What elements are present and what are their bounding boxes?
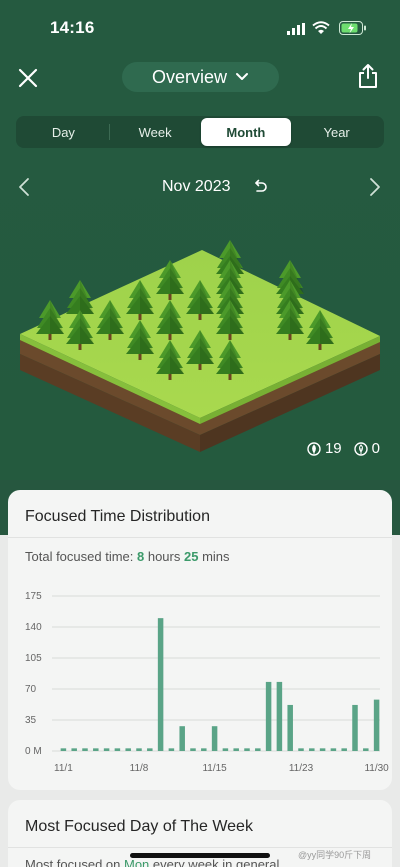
withered-leaf-icon xyxy=(353,441,368,456)
healthy-tree-count-value: 19 xyxy=(324,440,342,457)
dead-tree-count: 0 xyxy=(353,440,380,457)
bar xyxy=(309,748,315,751)
bar xyxy=(168,748,175,751)
total-focused-time: Total focused time: 8 hours 25 mins xyxy=(25,549,230,564)
x-tick-label: 11/1 xyxy=(54,763,73,774)
date-label: Nov 2023 xyxy=(162,178,231,195)
most-focused-day: Mon xyxy=(124,857,150,867)
bar xyxy=(330,748,337,751)
bar xyxy=(222,748,229,751)
card-title: Most Focused Day of The Week xyxy=(25,818,253,835)
battery-icon xyxy=(339,21,366,35)
bar xyxy=(352,704,358,751)
status-bar: 14:16 xyxy=(0,0,400,54)
close-icon[interactable] xyxy=(16,66,40,90)
bar xyxy=(179,726,185,751)
bar xyxy=(82,748,88,751)
bar xyxy=(255,748,261,751)
bar xyxy=(244,748,250,751)
watermark: @yy同学90斤下周 xyxy=(298,850,372,860)
cellular-signal-icon xyxy=(287,23,305,35)
total-prefix: Total focused time: xyxy=(25,549,137,564)
y-tick-label: 175 xyxy=(25,591,42,602)
y-tick-label: 140 xyxy=(25,622,42,633)
bar xyxy=(71,748,77,751)
bar xyxy=(363,748,369,751)
bar xyxy=(125,748,131,751)
card-title: Focused Time Distribution xyxy=(25,508,210,525)
wifi-icon xyxy=(312,21,330,34)
overview-dropdown[interactable]: Overview xyxy=(122,62,279,92)
bar xyxy=(233,748,239,751)
chevron-left-icon[interactable] xyxy=(17,177,31,197)
forest-counts: 19 0 xyxy=(307,440,380,457)
distribution-bar-chart: 175 140 105 70 35 0 M 11/1 11/8 11/15 11/23 11/30 xyxy=(25,591,389,774)
home-indicator[interactable] xyxy=(130,853,270,858)
y-tick-label: 0 M xyxy=(25,746,42,757)
summary-prefix: Most focused on xyxy=(25,857,124,867)
card-divider xyxy=(8,537,392,538)
y-tick-label: 70 xyxy=(25,684,37,695)
y-tick-label: 35 xyxy=(25,715,37,726)
tab-day[interactable]: Day xyxy=(18,118,109,146)
bar xyxy=(147,748,153,751)
bar xyxy=(211,726,218,751)
mins-label: mins xyxy=(198,549,230,564)
bar xyxy=(157,618,164,751)
bar xyxy=(319,748,326,751)
bar xyxy=(287,704,293,751)
bar xyxy=(373,699,380,751)
status-time: 14:16 xyxy=(50,18,95,37)
total-mins: 25 xyxy=(183,549,199,564)
leaf-icon xyxy=(307,441,321,456)
x-tick-label: 11/15 xyxy=(202,763,227,774)
chevron-down-icon xyxy=(236,73,248,80)
bar xyxy=(298,748,304,751)
focused-time-distribution-card: Focused Time Distribution Total focused … xyxy=(8,490,392,790)
x-tick-label: 11/8 xyxy=(130,763,149,774)
x-tick-label: 11/30 xyxy=(364,763,389,774)
tab-month[interactable]: Month xyxy=(200,118,292,146)
most-focused-summary: Most focused on Mon every week in genera… xyxy=(25,857,279,867)
bar xyxy=(341,748,347,751)
bar xyxy=(190,748,196,751)
bar xyxy=(136,748,142,751)
tab-week[interactable]: Week xyxy=(110,118,201,146)
bar xyxy=(60,748,67,751)
bar xyxy=(93,748,99,751)
bar xyxy=(201,748,207,751)
overview-title: Overview xyxy=(151,66,227,87)
summary-suffix: every week in general xyxy=(149,857,280,867)
healthy-tree-count: 19 xyxy=(307,440,342,457)
period-segmented-control: Day Week Month Year xyxy=(16,116,384,148)
forest-island xyxy=(20,240,380,452)
chevron-right-icon[interactable] xyxy=(368,177,382,197)
share-icon[interactable] xyxy=(357,63,379,89)
bar xyxy=(103,748,110,751)
bar xyxy=(265,681,272,751)
hours-label: hours xyxy=(144,549,184,564)
y-tick-label: 105 xyxy=(25,653,42,664)
x-tick-label: 11/23 xyxy=(289,763,314,774)
dead-tree-count-value: 0 xyxy=(371,440,380,457)
bar xyxy=(114,748,121,751)
bar xyxy=(276,681,283,751)
tab-year[interactable]: Year xyxy=(291,118,382,146)
undo-icon[interactable] xyxy=(252,179,268,195)
